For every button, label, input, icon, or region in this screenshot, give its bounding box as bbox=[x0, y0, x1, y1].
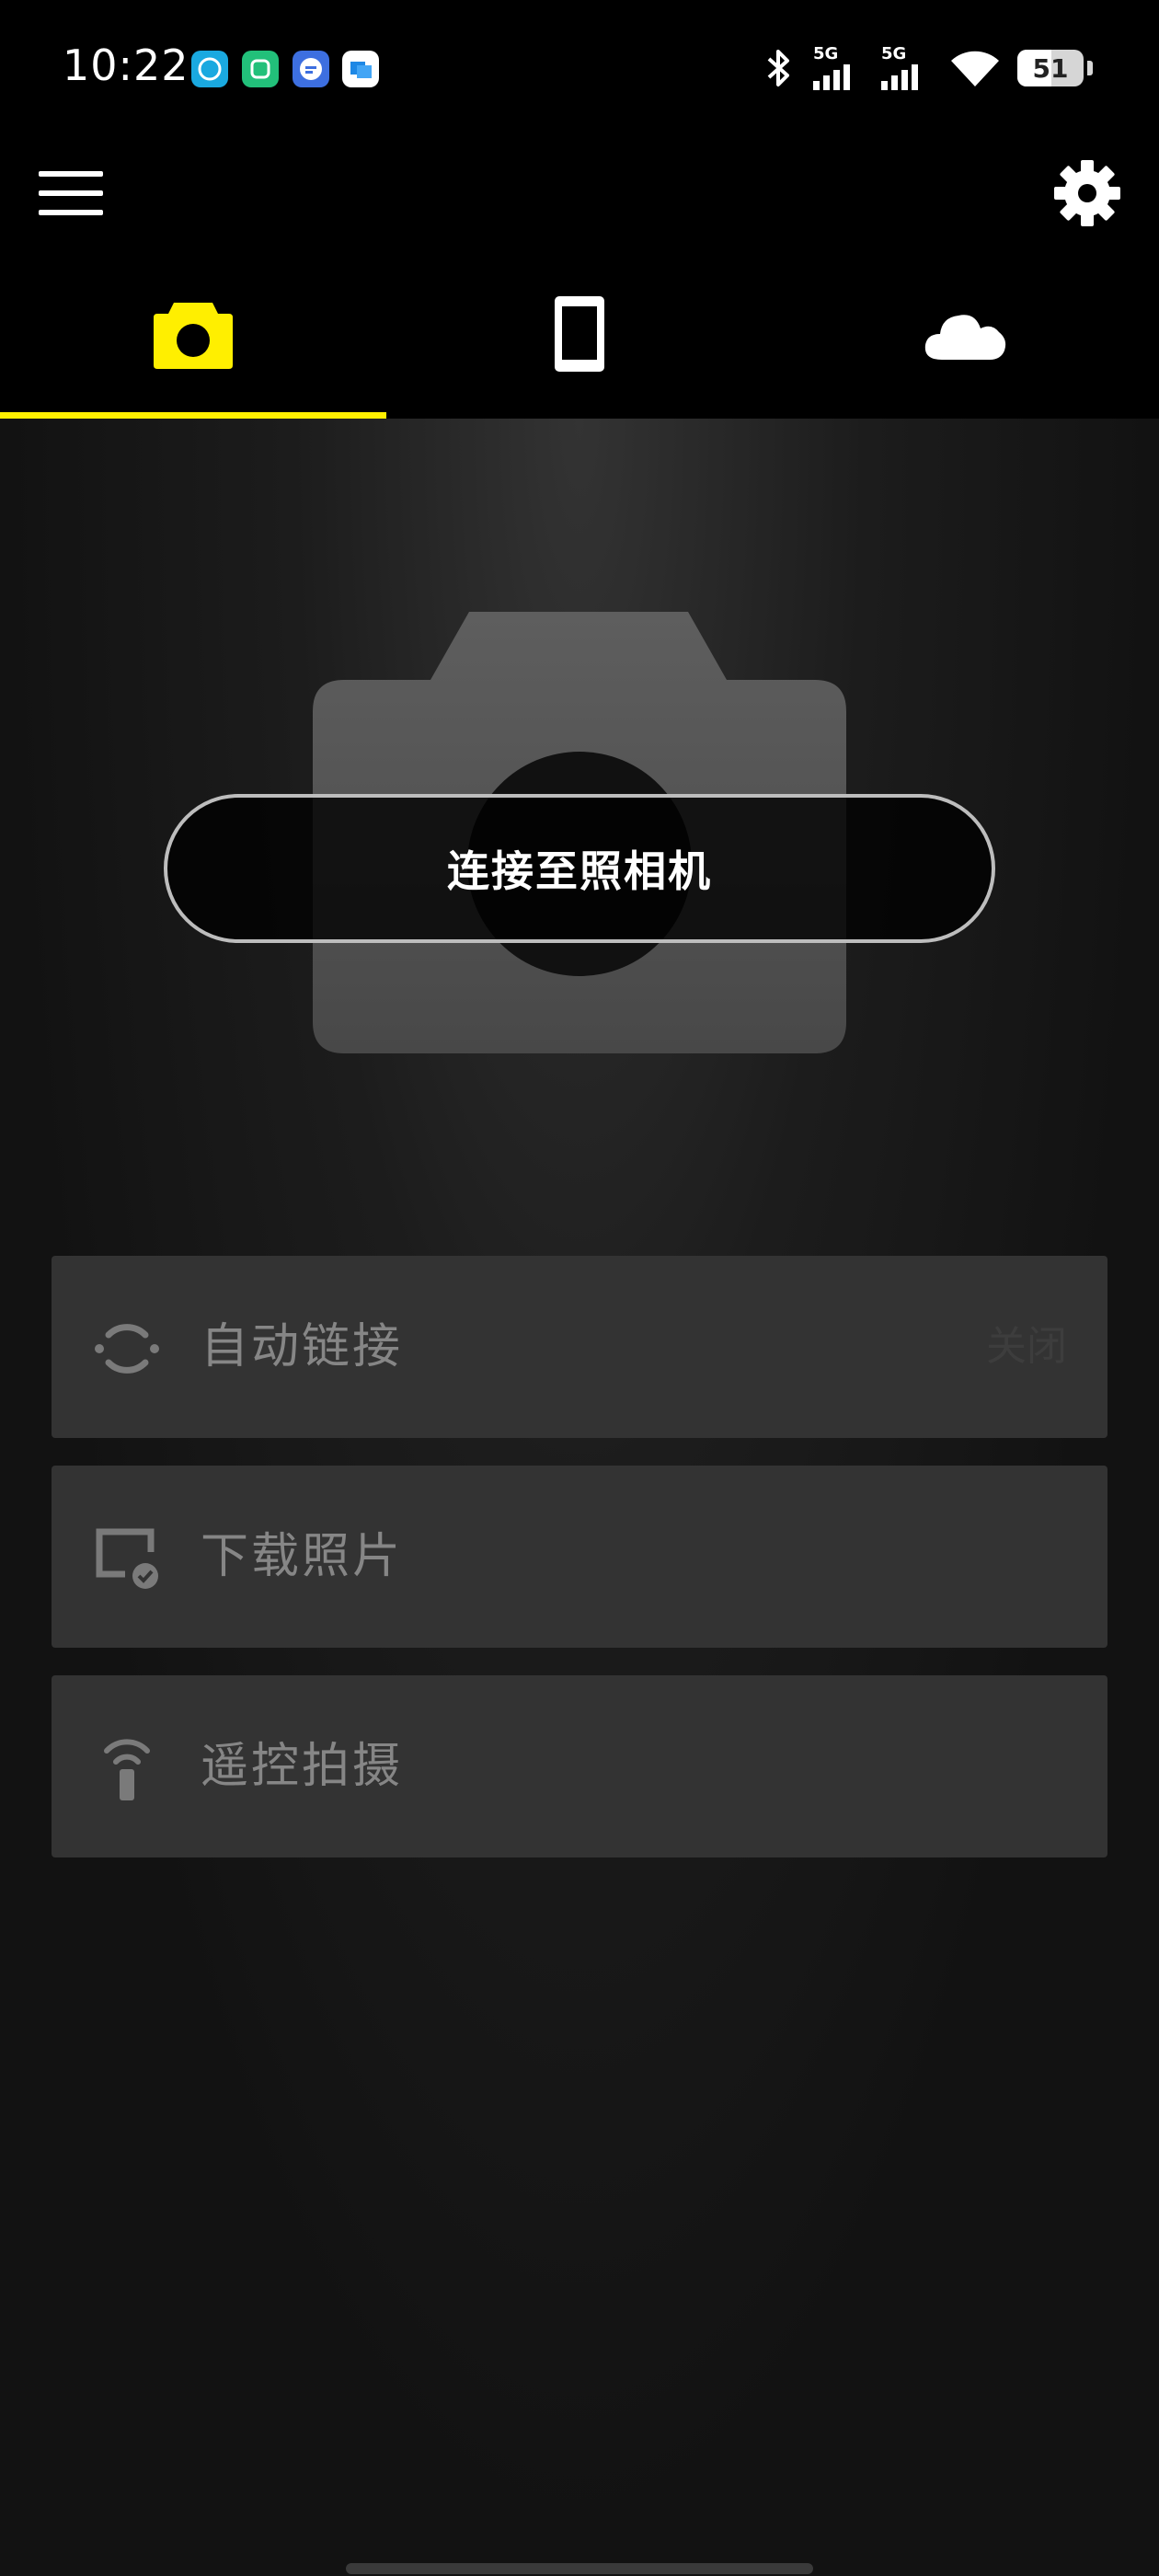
phone-icon bbox=[555, 295, 604, 372]
cellular-signal-icon: 5G bbox=[813, 44, 865, 92]
battery-nub bbox=[1087, 61, 1093, 75]
tab-camera[interactable] bbox=[0, 248, 386, 419]
battery-level: 51 bbox=[1032, 53, 1069, 84]
list-item-download-photos[interactable]: 下载照片 bbox=[52, 1466, 1107, 1648]
download-photo-icon bbox=[96, 1528, 158, 1589]
connect-camera-button[interactable]: 连接至照相机 bbox=[164, 794, 995, 943]
list-item-label: 遥控拍摄 bbox=[201, 1739, 404, 1794]
notification-app-icon bbox=[293, 51, 329, 87]
tab-bar bbox=[0, 248, 1159, 419]
list-item-remote-shoot[interactable]: 遥控拍摄 bbox=[52, 1675, 1107, 1857]
tab-phone[interactable] bbox=[386, 248, 773, 419]
camera-icon bbox=[154, 302, 233, 369]
list-item-label: 自动链接 bbox=[201, 1319, 404, 1374]
notification-app-icon bbox=[342, 51, 379, 87]
notification-app-icon bbox=[191, 51, 228, 87]
list-item-label: 下载照片 bbox=[201, 1529, 404, 1584]
home-indicator[interactable] bbox=[346, 2563, 813, 2574]
status-time: 10:22 bbox=[63, 40, 189, 90]
bluetooth-icon bbox=[767, 50, 789, 86]
auto-link-icon bbox=[95, 1324, 159, 1374]
status-indicators: 5G 5G 51 bbox=[760, 44, 1093, 92]
hamburger-menu-icon[interactable] bbox=[33, 164, 109, 223]
feature-list: 自动链接 关闭 下载照片 遥控拍摄 bbox=[52, 1256, 1107, 1885]
battery-icon: 51 bbox=[1017, 50, 1084, 86]
gear-icon[interactable] bbox=[1052, 158, 1122, 228]
tab-cloud[interactable] bbox=[773, 248, 1159, 419]
notification-app-icon bbox=[242, 51, 279, 87]
list-item-auto-link[interactable]: 自动链接 关闭 bbox=[52, 1256, 1107, 1438]
status-bar: 10:22 5G 5G 51 bbox=[0, 0, 1159, 138]
remote-shoot-icon bbox=[104, 1739, 150, 1800]
wifi-icon bbox=[951, 51, 999, 86]
app-header bbox=[0, 138, 1159, 248]
cloud-icon bbox=[924, 314, 1006, 360]
auto-link-state: 关闭 bbox=[986, 1323, 1067, 1370]
cellular-signal-icon: 5G bbox=[881, 44, 933, 92]
camera-panel: 连接至照相机 自动链接 关闭 下载照片 遥控拍摄 bbox=[0, 419, 1159, 2576]
